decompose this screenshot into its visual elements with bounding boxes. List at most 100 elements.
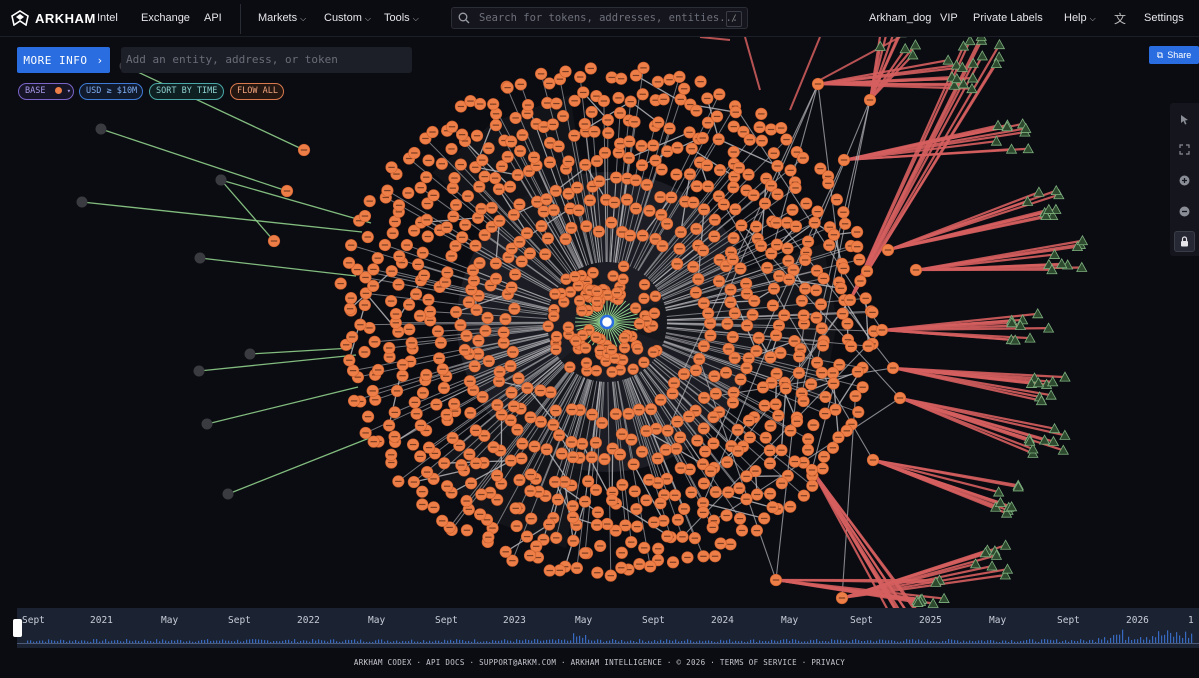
entity-node-label — [722, 372, 730, 374]
entity-node-label — [628, 439, 635, 441]
entity-node-label — [704, 185, 712, 187]
nav-markets[interactable]: Markets ⌵ — [258, 12, 306, 24]
entity-node-label — [370, 441, 377, 443]
entity-node-label — [655, 548, 662, 550]
nav-user[interactable]: Arkham_dog — [869, 12, 931, 24]
unlabeled-address-node — [222, 488, 234, 500]
timeline-volume-bar — [1170, 632, 1172, 643]
filter-base[interactable]: BASE ▾ — [18, 83, 74, 100]
entity-node-label — [836, 364, 843, 366]
entity-node-label — [524, 387, 531, 389]
entity-node-label — [602, 360, 609, 362]
entity-node-label — [704, 122, 712, 124]
expand-icon[interactable] — [1174, 139, 1195, 160]
entity-node-label — [700, 482, 708, 485]
inflow-edge — [100, 128, 288, 192]
timeline-label: May — [575, 615, 593, 626]
entity-node-label — [622, 524, 629, 527]
lock-icon[interactable] — [1174, 231, 1195, 252]
entity-node-label — [609, 371, 616, 373]
global-search[interactable]: Search for tokens, addresses, entities..… — [451, 7, 748, 29]
entity-node-label — [628, 541, 635, 543]
entity-node-label — [438, 163, 446, 165]
nav-private-labels[interactable]: Private Labels — [973, 12, 1043, 24]
entity-node-label — [636, 323, 643, 325]
entity-node-label — [417, 424, 424, 427]
entity-node-label — [423, 219, 431, 221]
entity-node-label — [514, 429, 521, 431]
entity-node-label — [791, 460, 799, 463]
entity-node-label — [711, 375, 718, 377]
entity-node-label — [616, 453, 624, 456]
translate-icon[interactable]: 文 — [1114, 10, 1126, 27]
entity-node-label — [611, 357, 618, 359]
entity-node-label — [767, 128, 775, 131]
entity-node-label — [617, 78, 625, 80]
entity-node-label — [505, 256, 512, 258]
entity-node-label — [717, 542, 724, 545]
entity-node-label — [758, 140, 766, 142]
time-range-slider[interactable]: Sept 2021 May Sept 2022 May Sept 2023 May Sept 202… — [13, 608, 1199, 648]
entity-node-label — [492, 124, 500, 126]
entity-node-label — [462, 224, 469, 226]
entity-node-label — [625, 413, 632, 415]
nav-custom[interactable]: Custom ⌵ — [324, 12, 371, 24]
entity-node-label — [405, 192, 412, 194]
entity-node-label — [419, 503, 426, 506]
entity-node-label — [787, 430, 794, 432]
entity-node-label — [623, 199, 631, 201]
arkham-logo[interactable]: ARKHAM — [11, 10, 96, 26]
entity-node-label — [912, 269, 920, 271]
zoom-in-icon[interactable] — [1174, 170, 1195, 191]
zoom-out-icon[interactable] — [1174, 201, 1195, 222]
entity-node-label — [408, 342, 415, 344]
entity-input[interactable]: Add an entity, address, or token — [121, 47, 412, 73]
timeline-volume-bar — [1152, 636, 1154, 643]
transaction-graph-canvas[interactable] — [0, 37, 1199, 608]
outflow-edge — [899, 396, 1054, 443]
entity-node-label — [468, 288, 475, 291]
entity-node-label — [652, 295, 659, 297]
nav-help[interactable]: Help ⌵ — [1064, 12, 1096, 24]
timeline-volume-bar — [1167, 630, 1169, 643]
entity-node-label — [889, 367, 897, 369]
entity-node-label — [716, 259, 723, 261]
entity-node-label — [774, 165, 781, 167]
timeline-start-handle[interactable] — [13, 619, 22, 637]
entity-node-label — [745, 174, 752, 176]
nav-intel[interactable]: Intel — [97, 12, 118, 24]
footer-links[interactable]: ARKHAM CODEX · API DOCS · SUPPORT@ARKM.C… — [0, 658, 1199, 667]
entity-node-label — [729, 336, 736, 338]
more-info-button[interactable]: MORE INFO › — [17, 47, 110, 73]
share-button[interactable]: ⧉ Share — [1149, 46, 1199, 64]
entity-node-label — [589, 185, 596, 188]
entity-node-label — [439, 520, 446, 522]
entity-node-label — [463, 529, 471, 531]
contract-node — [899, 42, 911, 54]
entity-node-label — [492, 113, 500, 115]
entity-node-label — [715, 195, 723, 197]
entity-node-label — [727, 543, 734, 545]
entity-node-label — [504, 293, 512, 295]
entity-node-label — [711, 555, 719, 557]
entity-node-label — [674, 263, 681, 265]
entity-node-label — [495, 188, 503, 190]
filter-flow-all[interactable]: FLOW ALL — [230, 83, 284, 100]
entity-node-label — [852, 395, 859, 397]
entity-node-label — [385, 424, 393, 427]
nav-tools[interactable]: Tools ⌵ — [384, 12, 419, 24]
entity-node-label — [270, 240, 278, 242]
nav-vip[interactable]: VIP — [940, 12, 958, 24]
nav-settings[interactable]: Settings — [1144, 12, 1184, 24]
entity-node-label — [553, 537, 560, 539]
filter-sort-by-time[interactable]: SORT BY TIME — [149, 83, 224, 100]
entity-node-label — [772, 403, 779, 405]
entity-node-label — [746, 139, 753, 141]
nav-api[interactable]: API — [204, 12, 222, 24]
cursor-icon[interactable] — [1174, 109, 1195, 130]
entity-node-label — [476, 103, 484, 105]
filter-usd-threshold[interactable]: USD ≥ $10M — [79, 83, 143, 100]
inflow-edge — [81, 201, 363, 233]
entity-node-label — [784, 475, 792, 477]
nav-exchange[interactable]: Exchange — [141, 12, 190, 24]
